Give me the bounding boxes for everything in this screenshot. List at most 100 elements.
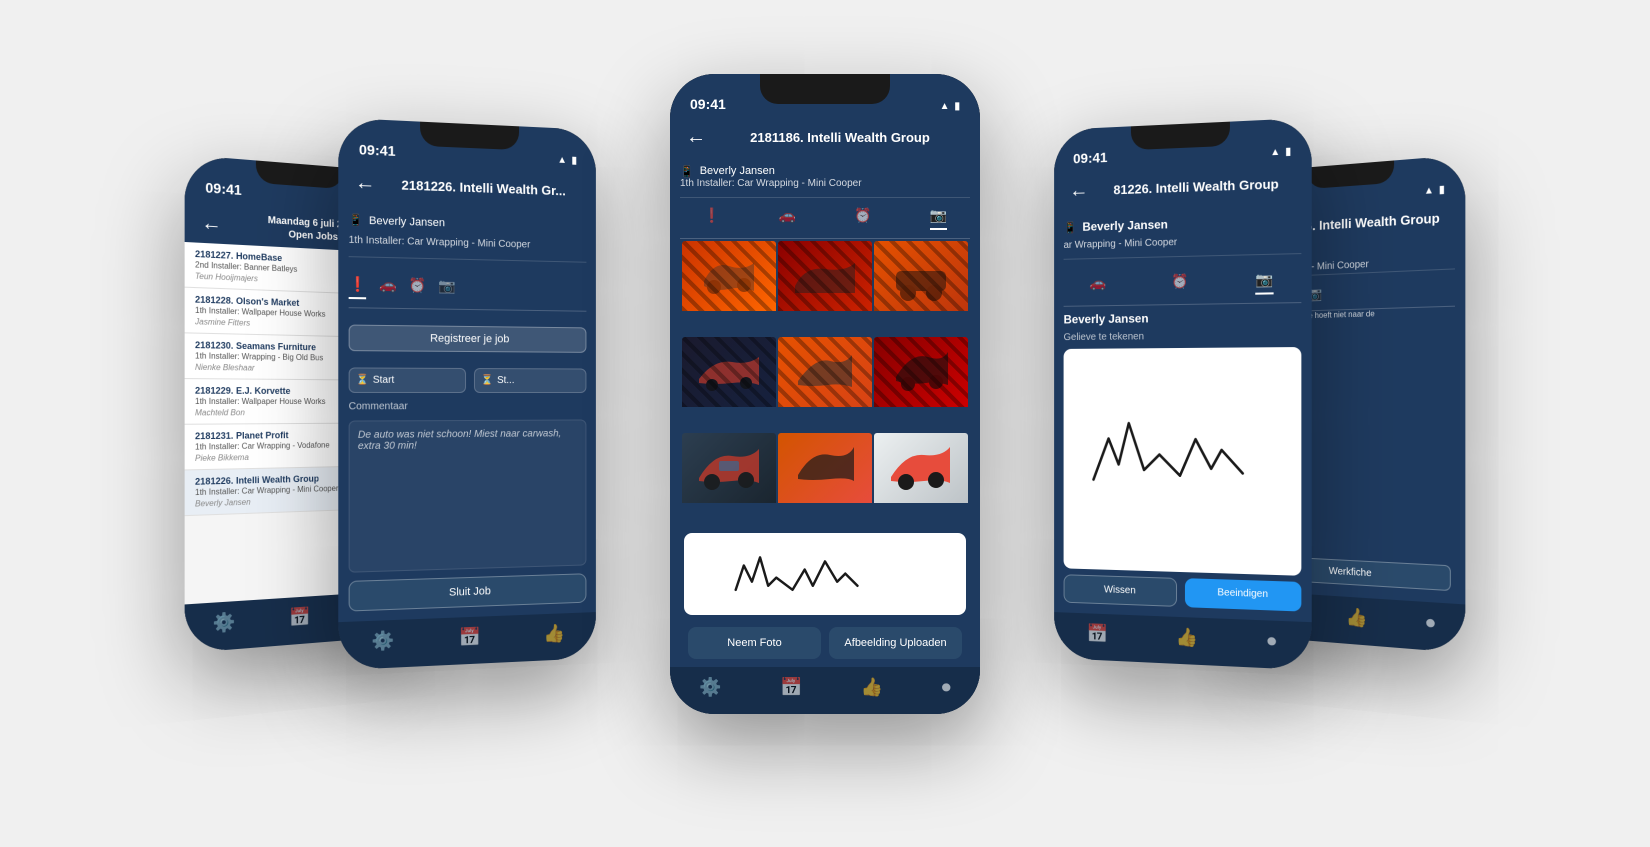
header-title-4: 81226. Intelli Wealth Group (1098, 175, 1295, 197)
start-btn-2[interactable]: ⏳ St... (474, 368, 586, 393)
photo-grid (680, 239, 970, 529)
user-info-3: 📱 Beverly Jansen (680, 165, 970, 178)
tab-car-icon[interactable]: 🚗 (379, 276, 397, 300)
header-title-3: 2181186. Intelli Wealth Group (716, 130, 964, 145)
tab-calendar-3[interactable]: 📅 (780, 677, 802, 698)
hourglass-icon-2: ⏳ (481, 375, 493, 386)
time-2: 09:41 (359, 141, 396, 159)
tab-gear-3[interactable]: ⚙️ (699, 677, 721, 698)
wifi-icon-5: ▲ (1424, 185, 1434, 197)
register-content: 📱 Beverly Jansen 1th Installer: Car Wrap… (338, 202, 596, 621)
notch-4 (1131, 121, 1230, 149)
back-btn-2[interactable]: ← (355, 171, 376, 195)
close-job-btn[interactable]: Sluit Job (349, 573, 587, 611)
register-btn-area: Registreer je job (349, 316, 587, 360)
user-info: 📱 Beverly Jansen (349, 213, 587, 233)
signature-canvas-4[interactable] (1064, 347, 1302, 576)
photo-cell-6[interactable] (874, 337, 968, 431)
tab-record-3[interactable]: ⏺ (942, 677, 951, 698)
tab-calendar-2[interactable]: 📅 (459, 626, 481, 648)
person-icon-2: 📱 (349, 213, 363, 227)
photo-cell-9[interactable] (874, 433, 968, 527)
installer-text-2: 1th Installer: Car Wrapping - Mini Coope… (349, 234, 587, 251)
tab-gear-1[interactable]: ⚙️ (213, 611, 236, 634)
user-name-3: Beverly Jansen (700, 165, 775, 177)
tab-alert-3[interactable]: ❗ (703, 207, 720, 230)
header-3: ← 2181186. Intelli Wealth Group (670, 118, 980, 157)
tab-calendar-1[interactable]: 📅 (289, 606, 311, 629)
tab-cam-4[interactable]: 📷 (1256, 271, 1274, 295)
signature-svg-4 (1064, 347, 1302, 576)
tab-icons-3: ❗ 🚗 ⏰ 📷 (680, 199, 970, 239)
action-buttons-4: Wissen Beeindigen (1064, 574, 1302, 611)
photo-cell-2[interactable] (778, 241, 872, 335)
battery-icon-2: ▮ (572, 155, 577, 166)
tab-car-3[interactable]: 🚗 (779, 207, 796, 230)
signer-name-4: Beverly Jansen (1064, 309, 1302, 326)
tab-clock-icon[interactable]: ⏰ (409, 276, 427, 300)
tab-cam-3[interactable]: 📷 (930, 207, 947, 230)
phone-3-center: 09:41 ▲ ▮ ← 2181186. Intelli Wealth Grou… (670, 74, 980, 714)
start-btn-1[interactable]: ⏳ Start (349, 367, 466, 393)
tab-icons-4: 🚗 ⏰ 📷 (1064, 262, 1302, 307)
comment-text[interactable]: De auto was niet schoon! Miest naar carw… (349, 419, 587, 572)
back-btn-4[interactable]: ← (1069, 179, 1088, 202)
phones-container: 09:41 ▲ ▮ ← Maandag 6 juli 2020 Open Job… (125, 24, 1525, 824)
user-name-4: Beverly Jansen (1082, 217, 1168, 233)
tab-thumb-5[interactable]: 👍 (1346, 606, 1368, 629)
photo-cell-1[interactable] (682, 241, 776, 335)
phone-2: 09:41 ▲ ▮ ← 2181226. Intelli Wealth Gr..… (338, 117, 596, 669)
sign-label-4: Gelieve te tekenen (1064, 329, 1302, 342)
signature-box-3[interactable] (684, 533, 966, 614)
hourglass-icon: ⏳ (356, 374, 369, 385)
battery-icon-5: ▮ (1439, 184, 1445, 196)
photo-cell-7[interactable] (682, 433, 776, 527)
tab-cam-icon[interactable]: 📷 (438, 277, 455, 300)
upload-btn[interactable]: Afbeelding Uploaden (829, 627, 962, 659)
back-btn-1[interactable]: ← (201, 211, 221, 236)
tab-bar-2: ⚙️ 📅 👍 (338, 612, 596, 670)
tab-clock-4[interactable]: ⏰ (1171, 272, 1188, 295)
tab-record-4[interactable]: ⏺ (1267, 630, 1276, 652)
phone-4: 09:41 ▲ ▮ ← 81226. Intelli Wealth Group … (1054, 117, 1312, 669)
tab-record-5[interactable]: ⏺ (1426, 612, 1435, 634)
photo-cell-8[interactable] (778, 433, 872, 527)
photo-cell-3[interactable] (874, 241, 968, 335)
phone3-content: 📱 Beverly Jansen 1th Installer: Car Wrap… (670, 157, 980, 667)
neem-foto-btn[interactable]: Neem Foto (688, 627, 821, 659)
notch-2 (420, 121, 519, 149)
tab-clock-3[interactable]: ⏰ (854, 207, 871, 230)
photo-cell-4[interactable] (682, 337, 776, 431)
wissen-btn[interactable]: Wissen (1064, 574, 1177, 607)
back-btn-3[interactable]: ← (686, 126, 706, 149)
tab-thumb-3[interactable]: 👍 (861, 677, 883, 698)
tab-thumb-2[interactable]: 👍 (544, 623, 566, 645)
register-btn[interactable]: Registreer je job (349, 324, 587, 352)
battery-icon-3: ▮ (954, 101, 960, 112)
battery-icon-4: ▮ (1285, 146, 1291, 157)
comment-label: Commentaar (349, 400, 587, 412)
installer-text-3: 1th Installer: Car Wrapping - Mini Coope… (680, 178, 970, 189)
tab-gear-2[interactable]: ⚙️ (371, 630, 394, 652)
user-name-2: Beverly Jansen (369, 214, 445, 228)
wifi-icon-2: ▲ (557, 154, 566, 165)
photo-buttons-3: Neem Foto Afbeelding Uploaden (680, 619, 970, 667)
user-info-4: 📱 Beverly Jansen (1064, 213, 1302, 234)
header-title-2: 2181226. Intelli Wealth Gr... (386, 176, 581, 198)
photo-cell-5[interactable] (778, 337, 872, 431)
tab-bar-3: ⚙️ 📅 👍 ⏺ (670, 667, 980, 714)
beeindig-btn[interactable]: Beeindigen (1185, 578, 1301, 611)
person-icon-3: 📱 (680, 165, 694, 178)
wifi-icon-4: ▲ (1270, 146, 1280, 158)
signature-svg-3 (684, 533, 966, 614)
sub-title-4: ar Wrapping - Mini Cooper (1064, 233, 1302, 250)
start-row: ⏳ Start ⏳ St... (349, 367, 587, 393)
tab-thumb-4[interactable]: 👍 (1176, 626, 1198, 648)
time-3: 09:41 (690, 96, 726, 112)
tab-car-4[interactable]: 🚗 (1090, 274, 1107, 297)
wifi-icon-3: ▲ (940, 101, 950, 112)
tab-alert-icon[interactable]: ❗ (349, 275, 367, 299)
tab-icons-2: ❗ 🚗 ⏰ 📷 (349, 267, 587, 311)
notch-3 (760, 74, 890, 104)
tab-calendar-4[interactable]: 📅 (1087, 623, 1109, 645)
